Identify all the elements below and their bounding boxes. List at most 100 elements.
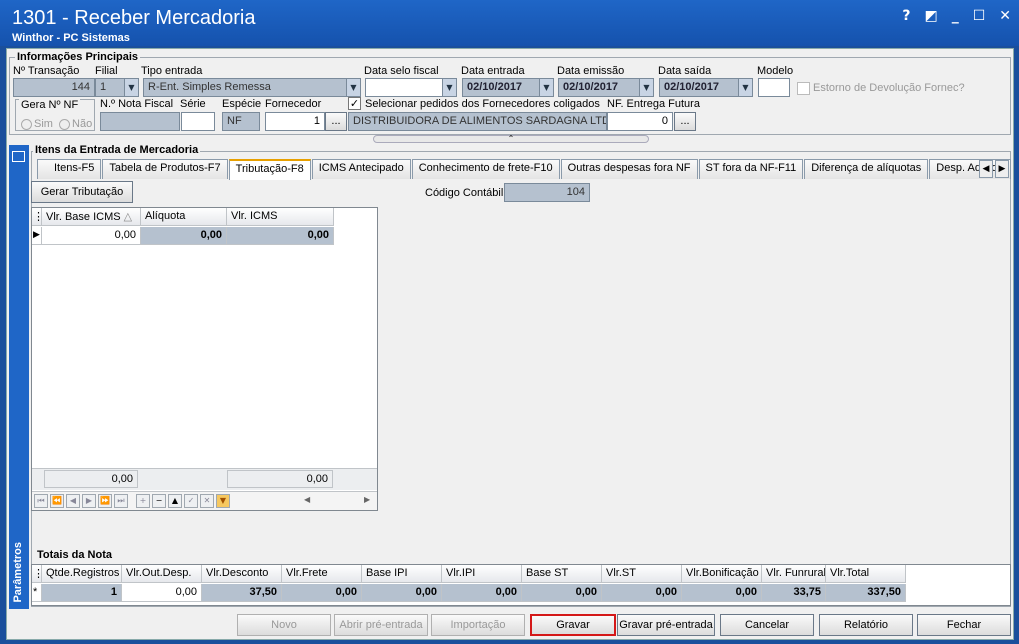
nf-futura-field[interactable]: 0 <box>607 112 673 131</box>
nf-futura-search-button[interactable]: ... <box>674 112 696 131</box>
nav-next-page-icon[interactable]: ⏩ <box>98 494 112 508</box>
fornecedor-field[interactable]: 1 <box>265 112 325 131</box>
header-vlr-base-icms[interactable]: Vlr. Base ICMS △ <box>42 208 141 226</box>
tab-st-fora-nf[interactable]: ST fora da NF-F11 <box>698 159 804 179</box>
cell-vlr-st[interactable]: 0,00 <box>602 584 682 602</box>
totais-menu-icon[interactable]: ⋮ <box>32 565 42 583</box>
tab-scroll-right-icon[interactable]: ▶ <box>995 160 1009 178</box>
estorno-label: Estorno de Devolução Fornec? <box>813 82 965 94</box>
gerar-tributacao-button[interactable]: Gerar Tributação <box>31 181 133 203</box>
sim-label: Sim <box>34 118 53 130</box>
parametros-sidebar[interactable]: Parâmetros <box>9 145 29 609</box>
header-vlr-frete[interactable]: Vlr.Frete <box>282 565 362 583</box>
cell-vlr-funrural[interactable]: 33,75 <box>762 584 826 602</box>
cell-vlr-ipi[interactable]: 0,00 <box>442 584 522 602</box>
header-vlr-st[interactable]: Vlr.ST <box>602 565 682 583</box>
sort-asc-icon: △ <box>123 211 133 223</box>
especie-field[interactable]: NF <box>222 112 260 131</box>
cell-base-ipi[interactable]: 0,00 <box>362 584 442 602</box>
info-group-title: Informações Principais <box>15 51 141 63</box>
data-emissao-dropdown-icon[interactable]: ▼ <box>639 79 653 96</box>
cell-vlr-icms[interactable]: 0,00 <box>227 227 334 245</box>
cell-aliquota[interactable]: 0,00 <box>141 227 227 245</box>
grid-menu-icon[interactable]: ⋮ <box>32 208 42 226</box>
scroll-right-icon[interactable]: ▶ <box>364 495 370 504</box>
tab-itens[interactable]: Itens-F5 <box>37 159 102 179</box>
serie-field[interactable] <box>181 112 215 131</box>
tipo-dropdown-icon[interactable]: ▼ <box>346 79 360 96</box>
tab-tributacao[interactable]: Tributação-F8 <box>228 159 311 180</box>
nav-prev-page-icon[interactable]: ⏪ <box>50 494 64 508</box>
header-vlr-funrural[interactable]: Vlr. Funrural <box>762 565 826 583</box>
row-indicator-icon: ▶ <box>32 227 42 245</box>
nav-filter-icon[interactable]: ▼ <box>216 494 230 508</box>
fornecedor-search-button[interactable]: ... <box>325 112 347 131</box>
header-base-st[interactable]: Base ST <box>522 565 602 583</box>
nav-prev-icon[interactable]: ◀ <box>66 494 80 508</box>
gravar-button[interactable]: Gravar <box>530 614 616 636</box>
splitter-handle[interactable]: ⌃ <box>373 135 649 143</box>
header-vlr-out-desp[interactable]: Vlr.Out.Desp. <box>122 565 202 583</box>
nav-delete-icon[interactable]: − <box>152 494 166 508</box>
abrir-pre-entrada-button[interactable]: Abrir pré-entrada <box>334 614 428 636</box>
dock-icon[interactable] <box>12 151 25 162</box>
cell-vlr-base-icms[interactable]: 0,00 <box>42 227 141 245</box>
nav-first-icon[interactable]: ⏮ <box>34 494 48 508</box>
cell-vlr-bonificacao[interactable]: 0,00 <box>682 584 762 602</box>
icms-grid[interactable]: ⋮ Vlr. Base ICMS △ Alíquota Vlr. ICMS ▶ … <box>31 207 378 511</box>
nav-last-icon[interactable]: ⏭ <box>114 494 128 508</box>
header-vlr-icms[interactable]: Vlr. ICMS <box>227 208 334 226</box>
header-aliquota[interactable]: Alíquota <box>141 208 227 226</box>
scroll-left-icon[interactable]: ◀ <box>304 495 310 504</box>
totais-grid[interactable]: ⋮ Qtde.Registros Vlr.Out.Desp. Vlr.Desco… <box>31 564 1011 606</box>
header-vlr-total[interactable]: Vlr.Total <box>826 565 906 583</box>
tab-conhecimento-frete[interactable]: Conhecimento de frete-F10 <box>411 159 560 179</box>
data-entrada-dropdown-icon[interactable]: ▼ <box>539 79 553 96</box>
filial-dropdown-icon[interactable]: ▼ <box>124 79 138 96</box>
tab-icms-antecipado[interactable]: ICMS Antecipado <box>311 159 411 179</box>
cancelar-button[interactable]: Cancelar <box>720 614 814 636</box>
cell-base-st[interactable]: 0,00 <box>522 584 602 602</box>
maximize-icon[interactable]: ☐ <box>973 8 986 24</box>
header-vlr-desconto[interactable]: Vlr.Desconto <box>202 565 282 583</box>
data-selo-dropdown-icon[interactable]: ▼ <box>442 79 456 96</box>
restore-icon[interactable]: ◩ <box>924 8 937 24</box>
tab-diferenca-aliquotas[interactable]: Diferença de alíquotas <box>804 159 929 179</box>
data-saida-dropdown-icon[interactable]: ▼ <box>738 79 752 96</box>
transacao-field[interactable]: 144 <box>13 78 95 97</box>
relatorio-button[interactable]: Relatório <box>819 614 913 636</box>
nav-edit-icon[interactable]: ▲ <box>168 494 182 508</box>
gravar-pre-entrada-button[interactable]: Gravar pré-entrada <box>617 614 715 636</box>
nota-field[interactable] <box>100 112 180 131</box>
nav-next-icon[interactable]: ▶ <box>82 494 96 508</box>
nav-cancel-icon[interactable]: ✕ <box>200 494 214 508</box>
novo-button[interactable]: Novo <box>237 614 331 636</box>
minimize-icon[interactable]: _ <box>952 8 959 24</box>
help-icon[interactable]: ? <box>902 8 910 24</box>
importacao-button[interactable]: Importação <box>431 614 525 636</box>
tab-scroll-left-icon[interactable]: ◀ <box>979 160 993 178</box>
estorno-checkbox[interactable] <box>797 82 810 95</box>
nav-insert-icon[interactable]: + <box>136 494 150 508</box>
codigo-contabil-label: Código Contábil <box>425 187 504 199</box>
tab-outras-despesas[interactable]: Outras despesas fora NF <box>560 159 698 179</box>
fechar-button[interactable]: Fechar <box>917 614 1011 636</box>
tipo-select[interactable]: R-Ent. Simples Remessa <box>143 78 361 97</box>
cell-vlr-frete[interactable]: 0,00 <box>282 584 362 602</box>
header-qtde-registros[interactable]: Qtde.Registros <box>42 565 122 583</box>
header-vlr-ipi[interactable]: Vlr.IPI <box>442 565 522 583</box>
cell-vlr-desconto[interactable]: 37,50 <box>202 584 282 602</box>
cell-vlr-total[interactable]: 337,50 <box>826 584 906 602</box>
modelo-field[interactable] <box>758 78 790 97</box>
coligados-checkbox[interactable]: ✓ <box>348 97 361 110</box>
nao-radio[interactable] <box>59 118 71 130</box>
tab-tabela-produtos[interactable]: Tabela de Produtos-F7 <box>102 159 228 179</box>
sim-radio[interactable] <box>21 118 32 130</box>
cell-vlr-out-desp[interactable]: 0,00 <box>122 584 202 602</box>
header-base-ipi[interactable]: Base IPI <box>362 565 442 583</box>
header-vlr-bonificacao[interactable]: Vlr.Bonificação <box>682 565 762 583</box>
close-icon[interactable]: ✕ <box>999 8 1011 24</box>
nav-post-icon[interactable]: ✓ <box>184 494 198 508</box>
cell-qtde-registros[interactable]: 1 <box>42 584 122 602</box>
transacao-label: Nº Transação <box>13 65 80 77</box>
